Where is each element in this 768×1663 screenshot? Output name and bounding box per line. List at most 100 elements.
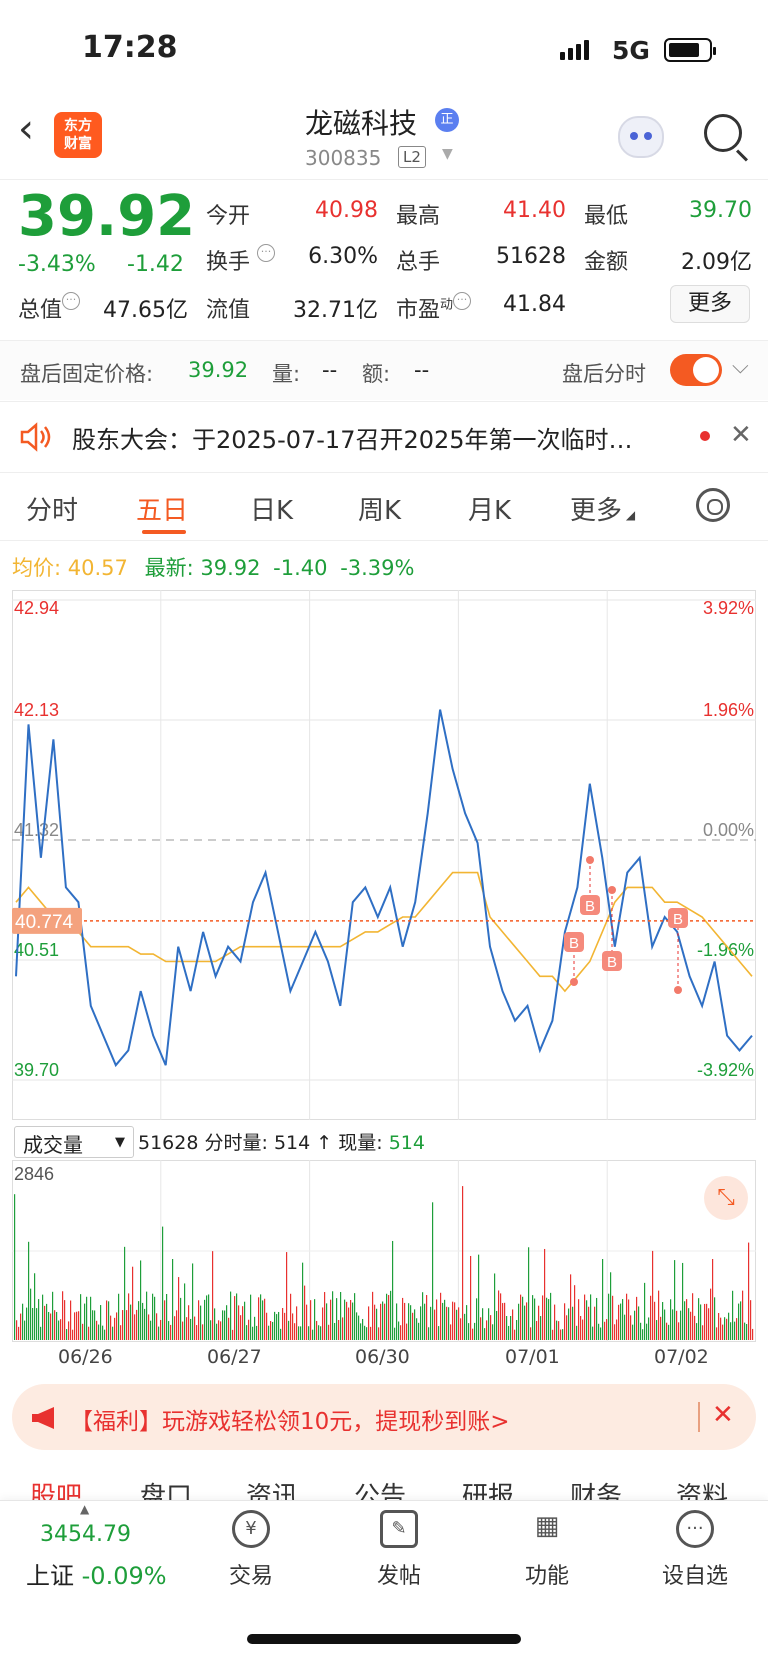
y-tick-right: -1.96% [697, 940, 754, 960]
volume-bar [722, 1324, 724, 1340]
volume-bar [226, 1305, 228, 1340]
volume-bar [622, 1299, 624, 1340]
buy-mark-label: B [585, 898, 595, 915]
volume-bar [358, 1315, 360, 1340]
volume-bar [442, 1302, 444, 1340]
assistant-robot-icon[interactable] [618, 116, 664, 158]
volume-bar [258, 1297, 260, 1340]
volume-bar [146, 1291, 148, 1340]
indicator-select[interactable]: 成交量 ▼ [14, 1126, 134, 1158]
volume-bar [648, 1317, 650, 1340]
volume-bar [254, 1316, 256, 1340]
volume-bar [650, 1295, 652, 1340]
tab-five-day[interactable]: 五日 [136, 490, 188, 527]
trade-button[interactable]: ¥ 交易 [196, 1510, 306, 1590]
volume-bar [674, 1260, 676, 1340]
buy-mark-dot [608, 886, 616, 894]
more-button[interactable]: 更多 [670, 285, 750, 323]
volume-bar [138, 1301, 140, 1340]
y-tick-left: 42.94 [14, 598, 59, 618]
close-icon[interactable]: ✕ [730, 420, 752, 450]
volume-bar [750, 1300, 752, 1340]
notice-text[interactable]: 股东大会：于2025-07-17召开2025年第一次临时… [72, 420, 672, 455]
y-tick-right: 3.92% [703, 598, 754, 618]
volume-bar [382, 1301, 384, 1340]
volume-bar [230, 1291, 232, 1340]
tab-weekly-k[interactable]: 周K [358, 490, 401, 527]
volume-bar [210, 1320, 212, 1340]
info-dots-icon[interactable]: ··· [453, 292, 472, 310]
y-tick-left: 41.32 [14, 820, 59, 840]
chevron-down-icon[interactable]: ▼ [442, 146, 453, 162]
volume-bar [172, 1259, 174, 1340]
volume-bar [406, 1323, 408, 1340]
x-axis-label: 07/02 [654, 1346, 709, 1368]
volume-bar [330, 1299, 332, 1340]
volume-bar [618, 1304, 620, 1340]
volume-bar [606, 1319, 608, 1340]
volume-bar [70, 1300, 72, 1340]
volume-bar [612, 1295, 614, 1340]
high-value: 41.40 [503, 198, 566, 223]
volume-bar [692, 1293, 694, 1340]
chevron-down-icon[interactable]: ⌵ [732, 354, 749, 379]
volume-bar [740, 1301, 742, 1340]
tab-more[interactable]: 更多 ◢ [570, 490, 635, 527]
expand-icon[interactable]: ⤡ [704, 1176, 748, 1220]
volume-bar [702, 1325, 704, 1340]
volume-bar [592, 1326, 594, 1340]
level-badge[interactable]: L2 [398, 146, 426, 168]
volume-bar [576, 1325, 578, 1340]
volume-bar [684, 1301, 686, 1340]
volume-max-tick: 2846 [14, 1164, 54, 1184]
volume-bar [168, 1321, 170, 1340]
network-label: 5G [612, 36, 650, 65]
volume-bar [522, 1296, 524, 1340]
volume-bar [548, 1299, 550, 1340]
volume-bar [126, 1310, 128, 1340]
tab-daily-k[interactable]: 日K [250, 490, 293, 527]
volume-label: 总手 [396, 250, 441, 275]
info-dots-icon[interactable]: ··· [62, 292, 81, 310]
volume-bar [744, 1322, 746, 1340]
volume-bar [64, 1300, 66, 1340]
info-dots-icon[interactable]: ··· [257, 244, 276, 262]
volume-bar [62, 1291, 64, 1340]
volume-chart[interactable]: 2846 [12, 1160, 756, 1342]
functions-button[interactable]: ▦ 功能 [492, 1510, 602, 1590]
price-chart[interactable]: 42.94 3.92% 42.13 1.96% 41.32 0.00% 40.51 -1.96… [12, 590, 756, 1120]
float-value: 32.71亿 [293, 298, 378, 323]
volume-bar [266, 1312, 268, 1340]
volume-bar [390, 1290, 392, 1340]
add-watchlist-button[interactable]: ··· 设自选 [640, 1510, 750, 1590]
back-icon[interactable]: ‹ [18, 106, 34, 152]
tab-monthly-k[interactable]: 月K [468, 490, 511, 527]
volume-bar [396, 1303, 398, 1340]
promo-text[interactable]: 【福利】玩游戏轻松领10元，提现秒到账> [70, 1402, 510, 1436]
volume-bar [200, 1305, 202, 1340]
pe-label: 市盈动 ··· [396, 292, 472, 324]
volume-bar [670, 1299, 672, 1340]
gear-icon[interactable] [696, 488, 730, 522]
volume-bar [446, 1306, 448, 1340]
search-icon[interactable] [704, 114, 749, 162]
volume-bar [510, 1315, 512, 1340]
volume-bar [516, 1320, 518, 1340]
volume-bar [58, 1320, 60, 1340]
index-quote[interactable]: 上证 -0.09% [26, 1556, 167, 1591]
volume-bar [302, 1262, 304, 1340]
volume-bar [452, 1301, 454, 1340]
volume-bar [528, 1247, 530, 1340]
after-hours-toggle[interactable] [670, 354, 722, 386]
volume-bar [440, 1292, 442, 1340]
volume-bar [408, 1303, 410, 1340]
volume-bar [354, 1293, 356, 1340]
volume-bar [640, 1322, 642, 1340]
volume-bar [376, 1308, 378, 1340]
close-icon[interactable]: ✕ [712, 1400, 734, 1430]
tab-timeshare[interactable]: 分时 [26, 490, 78, 527]
post-button[interactable]: ✎ 发帖 [344, 1510, 454, 1590]
volume-bar [712, 1259, 714, 1340]
index-value[interactable]: 3454.79 [40, 1522, 131, 1547]
volume-bar [468, 1323, 470, 1340]
